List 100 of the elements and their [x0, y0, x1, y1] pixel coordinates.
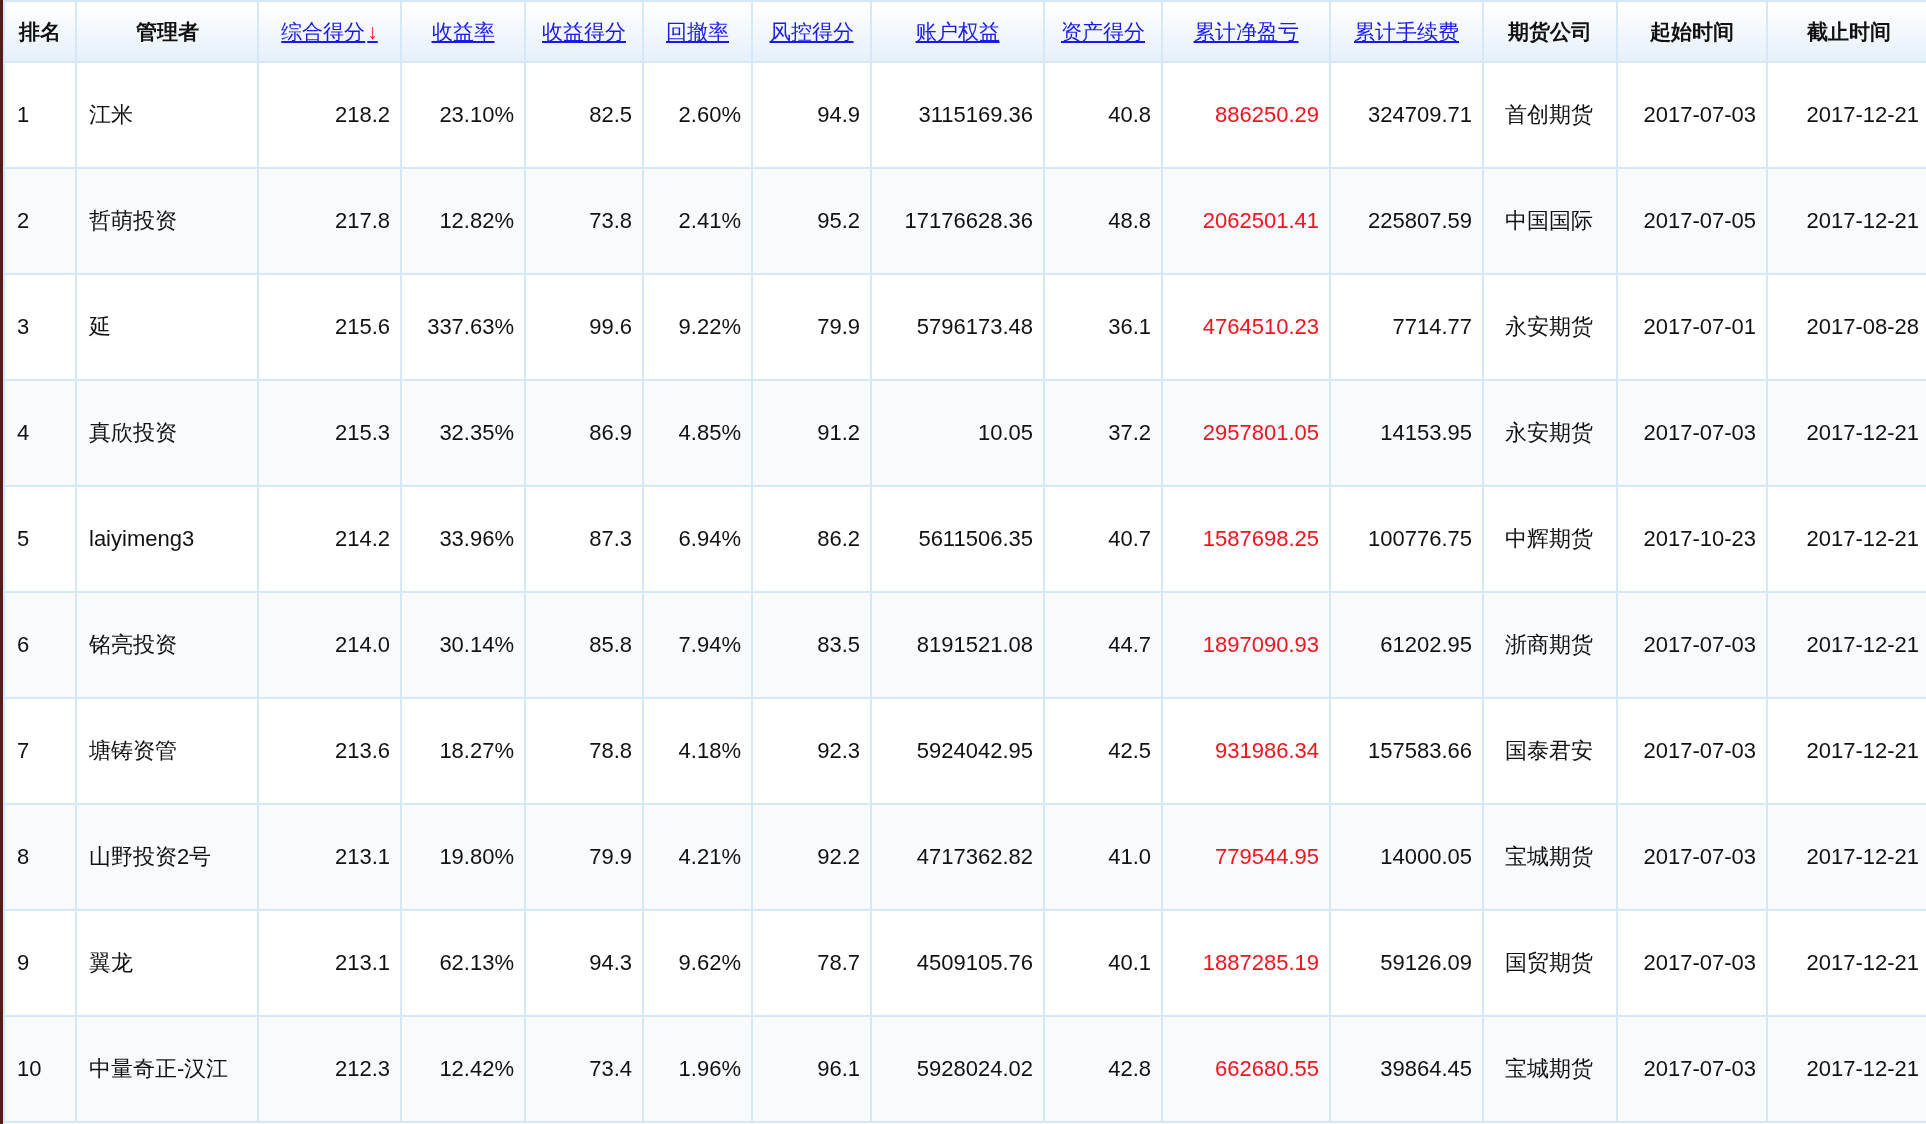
- table-cell: 2017-07-03: [1643, 738, 1756, 763]
- table-cell: 2: [17, 208, 30, 233]
- table-cell: 213.1: [334, 950, 390, 975]
- table-cell: 17176628.36: [904, 208, 1033, 233]
- table-cell: 永安期货: [1505, 314, 1593, 339]
- table-cell: 9.22%: [678, 314, 741, 339]
- table-cell: 42.8: [1108, 1056, 1151, 1081]
- table-cell: 157583.66: [1368, 738, 1472, 763]
- table-cell: 40.1: [1108, 950, 1151, 975]
- table-cell: 2017-07-01: [1643, 314, 1756, 339]
- table-cell: 23.10%: [439, 102, 514, 127]
- table-cell: 213.1: [334, 844, 390, 869]
- table-cell: 2017-12-21: [1806, 102, 1919, 127]
- table-cell: 662680.55: [1215, 1056, 1319, 1081]
- table-cell: 3: [17, 314, 30, 339]
- table-cell: 42.5: [1108, 738, 1151, 763]
- table-cell: 8: [17, 844, 30, 869]
- table-cell: 6: [17, 632, 30, 657]
- table-cell: 94.9: [817, 102, 860, 127]
- table-cell: 96.1: [817, 1056, 860, 1081]
- table-cell: 886250.29: [1215, 102, 1319, 127]
- table-cell: 212.3: [334, 1056, 390, 1081]
- table-cell: 2017-07-03: [1643, 420, 1756, 445]
- table-cell: 79.9: [589, 844, 632, 869]
- table-cell: 2017-07-03: [1643, 102, 1756, 127]
- table-cell: 中辉期货: [1505, 526, 1593, 551]
- table-cell: 7: [17, 738, 30, 763]
- table-cell: 8191521.08: [916, 632, 1033, 657]
- table-cell: 931986.34: [1215, 738, 1319, 763]
- table-cell: 2017-07-03: [1643, 632, 1756, 657]
- table-cell: 324709.71: [1368, 102, 1472, 127]
- table-cell: 4509105.76: [916, 950, 1033, 975]
- table-cell: 宝城期货: [1505, 1056, 1593, 1081]
- table-cell: 10.05: [977, 420, 1033, 445]
- table-cell: 14153.95: [1380, 420, 1472, 445]
- table-cell: 山野投资2号: [89, 844, 212, 869]
- table-cell: 江米: [89, 102, 133, 127]
- table-cell: 2017-08-28: [1806, 314, 1919, 339]
- table-cell: 7714.77: [1392, 314, 1472, 339]
- table-cell: 国贸期货: [1505, 950, 1593, 975]
- table-cell: 2017-12-21: [1806, 526, 1919, 551]
- table-cell: 33.96%: [439, 526, 514, 551]
- table-cell: 翼龙: [89, 950, 133, 975]
- table-cell: 4764510.23: [1202, 314, 1319, 339]
- table-cell: 214.0: [334, 632, 390, 657]
- table-cell: 73.4: [589, 1056, 632, 1081]
- table-cell: 2017-07-03: [1643, 844, 1756, 869]
- table-cell: 79.9: [817, 314, 860, 339]
- sort-header-link[interactable]: 账户权益: [915, 19, 1000, 43]
- table-cell: 2062501.41: [1202, 208, 1319, 233]
- column-header: 截止时间: [1806, 19, 1891, 43]
- table-cell: 73.8: [589, 208, 632, 233]
- table-cell: 4717362.82: [916, 844, 1033, 869]
- table-cell: 12.82%: [439, 208, 514, 233]
- table-cell: 2017-07-03: [1643, 1056, 1756, 1081]
- column-header: 管理者: [135, 19, 199, 43]
- column-header: 期货公司: [1508, 19, 1592, 43]
- table-cell: 宝城期货: [1505, 844, 1593, 869]
- table-cell: 2017-12-21: [1806, 420, 1919, 445]
- table-cell: 36.1: [1108, 314, 1151, 339]
- table-cell: 浙商期货: [1505, 632, 1593, 657]
- table-cell: 2017-12-21: [1806, 844, 1919, 869]
- table-cell: 国泰君安: [1505, 738, 1593, 763]
- table-cell: 779544.95: [1215, 844, 1319, 869]
- table-cell: 214.2: [334, 526, 390, 551]
- table-cell: 2957801.05: [1202, 420, 1319, 445]
- table-cell: 哲萌投资: [89, 208, 177, 233]
- table-cell: 218.2: [334, 102, 390, 127]
- table-cell: 62.13%: [439, 950, 514, 975]
- table-cell: 100776.75: [1368, 526, 1472, 551]
- table-cell: 337.63%: [427, 314, 514, 339]
- table-cell: 2017-07-05: [1643, 208, 1756, 233]
- table-cell: 1897090.93: [1202, 632, 1319, 657]
- table-cell: 首创期货: [1505, 102, 1593, 127]
- table-cell: 39864.45: [1380, 1056, 1472, 1081]
- table-cell: 41.0: [1108, 844, 1151, 869]
- table-cell: 83.5: [817, 632, 860, 657]
- table-cell: 延: [89, 314, 111, 339]
- table-cell: 2017-10-23: [1643, 526, 1756, 551]
- table-cell: 塘铸资管: [89, 738, 177, 763]
- table-cell: 2017-07-03: [1643, 950, 1756, 975]
- table-cell: 5: [17, 526, 30, 551]
- table-cell: 9: [17, 950, 30, 975]
- table-cell: 1: [17, 102, 30, 127]
- table-cell: 86.2: [817, 526, 860, 551]
- table-cell: 95.2: [817, 208, 860, 233]
- table-cell: 225807.59: [1368, 208, 1472, 233]
- table-cell: 3115169.36: [918, 102, 1033, 127]
- table-cell: 2017-12-21: [1806, 950, 1919, 975]
- table-cell: 87.3: [589, 526, 632, 551]
- table-cell: 1887285.19: [1202, 950, 1319, 975]
- table-cell: 中量奇正-汉江: [89, 1056, 229, 1081]
- table-cell: 94.3: [589, 950, 632, 975]
- table-cell: 6.94%: [678, 526, 741, 551]
- table-cell: 铭亮投资: [89, 632, 177, 657]
- table-cell: 2017-12-21: [1806, 208, 1919, 233]
- table-cell: 30.14%: [439, 632, 514, 657]
- table-cell: 真欣投资: [89, 420, 177, 445]
- table-cell: 18.27%: [439, 738, 514, 763]
- table-cell: 99.6: [589, 314, 632, 339]
